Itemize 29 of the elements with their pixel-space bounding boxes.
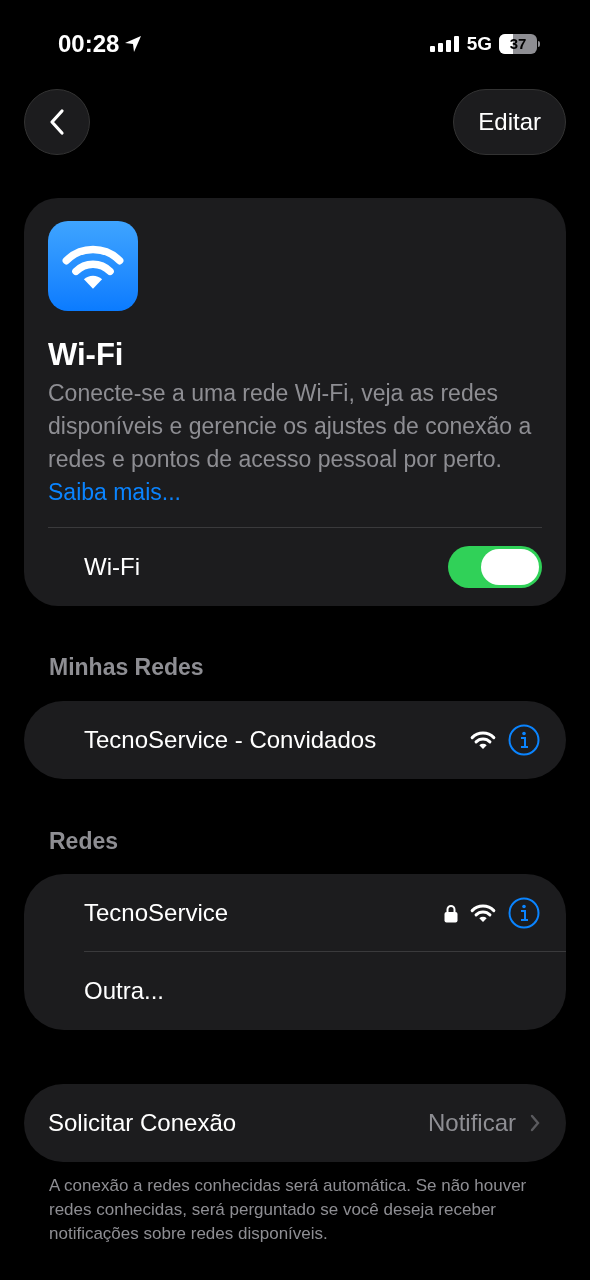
section-header: Redes bbox=[48, 826, 120, 856]
learn-more-link[interactable]: Saiba mais... bbox=[48, 479, 181, 505]
signal-icon bbox=[429, 34, 460, 54]
description: Conecte-se a uma rede Wi-Fi, veja as redes disponíveis e gerencie os ajustes de conexão a redes e pontos de acesso pessoal por perto. Saiba mais... bbox=[48, 377, 542, 528]
network-type: 5G bbox=[466, 31, 492, 56]
section-header: Minhas Redes bbox=[48, 653, 205, 682]
footer-note: A conexão a redes conhecidas será automática. Se não houver redes conhecidas, será perguntado se você deseja receber notificações sobre redes disponíveis. bbox=[48, 1175, 528, 1245]
info-icon[interactable] bbox=[508, 723, 540, 756]
wifi-icon bbox=[470, 729, 496, 750]
ask-to-join-row[interactable]: Solicitar Conexão Notificar bbox=[24, 1084, 566, 1162]
network-name: TecnoService bbox=[84, 898, 230, 928]
wifi-icon bbox=[470, 903, 496, 923]
wifi-toggle-label: Wi-Fi bbox=[84, 552, 140, 582]
lock-icon bbox=[444, 903, 458, 923]
back-chevron-icon bbox=[49, 108, 65, 136]
wifi-switch[interactable] bbox=[448, 546, 542, 588]
ask-to-join-value: Notificar bbox=[427, 1108, 516, 1138]
location-arrow-icon bbox=[123, 34, 144, 54]
edit-button[interactable]: Editar bbox=[453, 89, 566, 155]
other-network-label: Outra... bbox=[84, 976, 165, 1006]
other-network-row[interactable]: Outra... bbox=[24, 952, 566, 1030]
chevron-right-icon bbox=[530, 1114, 540, 1132]
ask-to-join-label: Solicitar Conexão bbox=[48, 1108, 238, 1138]
info-icon[interactable] bbox=[508, 897, 540, 929]
network-name: TecnoService - Convidados bbox=[84, 724, 378, 755]
card-title: Wi-Fi bbox=[48, 336, 125, 374]
network-row[interactable]: TecnoService - Convidados bbox=[24, 700, 566, 779]
clock: 00:28 bbox=[58, 29, 120, 59]
network-row[interactable]: TecnoService bbox=[24, 874, 566, 952]
